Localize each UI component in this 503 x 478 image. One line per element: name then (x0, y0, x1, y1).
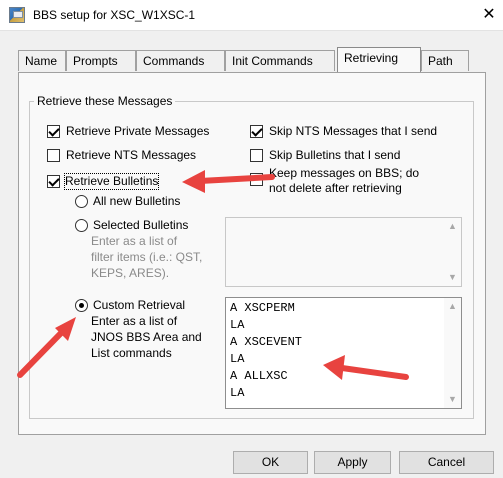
custom-retrieval-hint-2: JNOS BBS Area and (91, 330, 202, 344)
keep-messages-label-line1[interactable]: Keep messages on BBS; do (269, 166, 419, 181)
selected-bulletins-textarea[interactable]: ▲ ▼ (225, 217, 462, 287)
retrieve-bulletins-checkbox[interactable] (47, 175, 60, 188)
tab-label: Prompts (73, 54, 118, 68)
all-new-bulletins-label[interactable]: All new Bulletins (93, 194, 180, 209)
keep-messages-checkbox[interactable] (250, 173, 263, 186)
cancel-button[interactable]: Cancel (399, 451, 494, 474)
selected-bulletins-label[interactable]: Selected Bulletins (93, 218, 188, 233)
custom-retrieval-hint-1: Enter as a list of (91, 314, 178, 328)
custom-retrieval-label[interactable]: Custom Retrieval (93, 298, 185, 313)
scroll-down-icon[interactable]: ▼ (444, 391, 461, 408)
selected-bulletins-hint-1: Enter as a list of (91, 234, 178, 248)
all-new-bulletins-radio[interactable] (75, 195, 88, 208)
group-title: Retrieve these Messages (34, 94, 176, 108)
tab-label: Commands (143, 54, 205, 68)
custom-retrieval-text: A XSCPERM LA A XSCEVENT LA A ALLXSC LA (230, 301, 303, 400)
tab-prompts[interactable]: Prompts (66, 50, 136, 71)
close-icon[interactable]: ✕ (478, 4, 500, 26)
tab-label: Name (25, 54, 58, 68)
skip-bulletins-checkbox[interactable] (250, 149, 263, 162)
retrieve-nts-checkbox[interactable] (47, 149, 60, 162)
selected-bulletins-hint-3: KEPS, ARES). (91, 266, 170, 280)
tab-commands[interactable]: Commands (136, 50, 225, 71)
selected-bulletins-scrollbar[interactable]: ▲ ▼ (444, 218, 461, 286)
custom-retrieval-hint-3: List commands (91, 346, 172, 360)
scroll-down-icon[interactable]: ▼ (444, 269, 461, 286)
retrieve-bulletins-label[interactable]: Retrieve Bulletins (63, 173, 160, 190)
retrieve-private-label[interactable]: Retrieve Private Messages (66, 124, 209, 139)
scroll-up-icon[interactable]: ▲ (444, 218, 461, 235)
selected-bulletins-radio[interactable] (75, 219, 88, 232)
tab-init-commands[interactable]: Init Commands (225, 50, 335, 71)
tab-label: Path (428, 54, 453, 68)
ok-button[interactable]: OK (233, 451, 308, 474)
selected-bulletins-hint-2: filter items (i.e.: QST, (91, 250, 203, 264)
keep-messages-label-line2[interactable]: not delete after retrieving (269, 181, 402, 196)
custom-retrieval-radio[interactable] (75, 299, 88, 312)
tab-path[interactable]: Path (421, 50, 469, 71)
tab-retrieving[interactable]: Retrieving (337, 47, 421, 72)
tab-label: Retrieving (344, 51, 399, 65)
tab-label: Init Commands (232, 54, 313, 68)
custom-retrieval-textarea[interactable]: A XSCPERM LA A XSCEVENT LA A ALLXSC LA ▲… (225, 297, 462, 409)
retrieve-private-checkbox[interactable] (47, 125, 60, 138)
custom-retrieval-scrollbar[interactable]: ▲ ▼ (444, 298, 461, 408)
window-title: BBS setup for XSC_W1XSC-1 (33, 8, 196, 22)
skip-nts-checkbox[interactable] (250, 125, 263, 138)
skip-bulletins-label[interactable]: Skip Bulletins that I send (269, 148, 400, 163)
scroll-up-icon[interactable]: ▲ (444, 298, 461, 315)
app-icon (9, 7, 25, 23)
retrieve-nts-label[interactable]: Retrieve NTS Messages (66, 148, 196, 163)
skip-nts-label[interactable]: Skip NTS Messages that I send (269, 124, 437, 139)
tab-name[interactable]: Name (18, 50, 66, 71)
title-bar[interactable]: BBS setup for XSC_W1XSC-1 ✕ (0, 0, 503, 30)
apply-button[interactable]: Apply (314, 451, 391, 474)
